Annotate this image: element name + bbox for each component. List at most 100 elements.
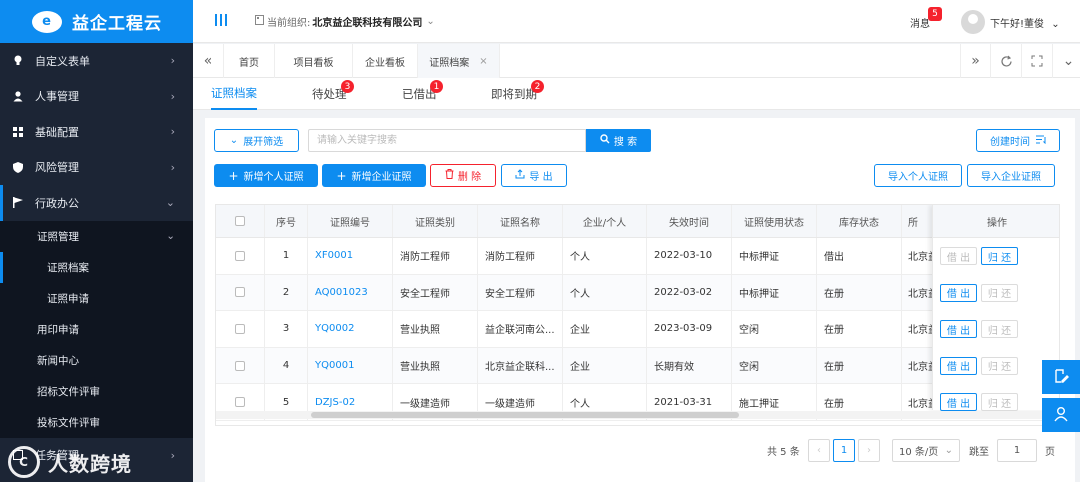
user-name: 董俊: [1024, 19, 1045, 30]
row-checkbox[interactable]: [235, 397, 245, 408]
cell-code[interactable]: YQ0002: [308, 311, 393, 347]
sidebar-item-news[interactable]: 新闻中心: [0, 344, 193, 376]
user-menu[interactable]: 下午好!董俊 ⌄: [990, 15, 1060, 30]
return-button[interactable]: 归 还: [981, 283, 1018, 302]
cell-stock: 在册: [817, 311, 902, 347]
chevron-down-icon: ⌄: [944, 445, 953, 456]
borrow-button[interactable]: 借 出: [940, 247, 977, 265]
import-personal-license-button[interactable]: 导入个人证照: [874, 164, 962, 187]
add-company-license-button[interactable]: + 新增企业证照: [322, 164, 426, 187]
subtab-archive[interactable]: 证照档案: [211, 78, 257, 110]
cell-type: 个人: [563, 238, 647, 274]
expand-filter-button[interactable]: ⌄ 展开筛选: [214, 129, 299, 152]
avatar[interactable]: [961, 10, 985, 34]
tabs-scroll-right-icon[interactable]: »: [960, 44, 991, 78]
sidebar-item-risk[interactable]: 风险管理 ›: [0, 150, 193, 186]
row-checkbox-cell: [216, 311, 265, 347]
cell-code[interactable]: AQ001023: [308, 274, 393, 311]
tab-license-archive[interactable]: 证照档案 ×: [418, 44, 500, 78]
cell-no: 1: [265, 238, 308, 274]
cell-code[interactable]: XF0001: [308, 238, 393, 274]
cell-no: 4: [265, 347, 308, 384]
prev-page-icon[interactable]: ‹: [808, 439, 830, 462]
sidebar-item-config[interactable]: 基础配置 ›: [0, 114, 193, 150]
sidebar-item-custom-form[interactable]: 自定义表单 ›: [0, 43, 193, 79]
button-label: 展开筛选: [243, 137, 284, 148]
operation-column: 操作 借 出归 还借 出归 还借 出归 还借 出归 还借 出归 还: [932, 205, 1059, 412]
cell-code[interactable]: YQ0001: [308, 347, 393, 384]
cell-expire: 2023-03-09: [647, 311, 732, 347]
horizontal-scrollbar[interactable]: [216, 411, 1059, 419]
messages-link[interactable]: 消息: [910, 15, 930, 30]
next-page-icon[interactable]: ›: [858, 439, 880, 462]
tabs-scroll-left-icon[interactable]: «: [193, 44, 224, 78]
chevron-right-icon: ›: [170, 448, 175, 462]
sort-by-created-button[interactable]: 创建时间: [976, 129, 1060, 152]
tab-home[interactable]: 首页: [224, 44, 275, 78]
borrow-button[interactable]: 借 出: [940, 356, 977, 375]
sidebar-item-label: 证照申请: [47, 292, 89, 305]
menu-toggle-icon[interactable]: [214, 12, 228, 31]
return-button[interactable]: 归 还: [981, 320, 1018, 339]
select-all-checkbox-cell: [216, 205, 265, 237]
float-contact-button[interactable]: [1042, 398, 1080, 432]
tab-project-board[interactable]: 项目看板: [275, 44, 353, 78]
export-button[interactable]: 导 出: [501, 164, 567, 187]
select-all-checkbox[interactable]: [235, 216, 245, 226]
import-company-license-button[interactable]: 导入企业证照: [967, 164, 1055, 187]
borrow-button[interactable]: 借 出: [940, 393, 977, 412]
chevron-right-icon: ›: [170, 125, 175, 138]
search-input[interactable]: [308, 129, 586, 152]
chevron-right-icon: ›: [170, 89, 175, 103]
sidebar-item-license-apply[interactable]: 证照申请: [0, 282, 193, 314]
fullscreen-icon[interactable]: [1022, 44, 1053, 78]
tab-company-board[interactable]: 企业看板: [353, 44, 418, 78]
subtab-label: 即将到期: [491, 87, 537, 101]
row-checkbox[interactable]: [235, 250, 245, 261]
cell-stock: 借出: [817, 238, 902, 274]
goto-page-input[interactable]: 1: [997, 439, 1037, 462]
search-button[interactable]: 搜 索: [586, 129, 651, 152]
sidebar-item-license-archive[interactable]: 证照档案: [0, 251, 193, 283]
sidebar-submenu-license[interactable]: 证照管理 ⌄: [0, 220, 193, 252]
row-checkbox[interactable]: [235, 360, 245, 371]
org-switcher[interactable]: 当前组织: 北京益企联科技有限公司 ⌄: [255, 14, 435, 29]
return-button[interactable]: 归 还: [981, 247, 1018, 265]
close-icon[interactable]: ×: [479, 56, 487, 67]
greeting-text: 下午好!: [990, 19, 1025, 30]
shield-icon: [12, 161, 24, 173]
edit-note-icon: [1053, 368, 1069, 387]
sidebar-item-hr[interactable]: 人事管理 ›: [0, 79, 193, 115]
col-header-expire: 失效时间: [647, 205, 732, 237]
user-service-icon: [1053, 406, 1069, 425]
cell-type: 企业: [563, 347, 647, 384]
float-edit-button[interactable]: [1042, 360, 1080, 394]
sidebar-item-seal-apply[interactable]: 用印申请: [0, 313, 193, 345]
borrow-button[interactable]: 借 出: [940, 320, 977, 339]
page-size-select[interactable]: 10 条/页 ⌄: [892, 439, 960, 462]
button-label: 删 除: [457, 172, 482, 183]
refresh-icon[interactable]: [991, 44, 1022, 78]
add-personal-license-button[interactable]: + 新增个人证照: [214, 164, 318, 187]
return-button[interactable]: 归 还: [981, 393, 1018, 412]
chevron-down-icon: ⌄: [229, 135, 239, 146]
cell-expire: 长期有效: [647, 347, 732, 384]
button-label: 新增个人证照: [243, 172, 304, 183]
cell-use-status: 中标押证: [732, 274, 817, 311]
delete-button[interactable]: 删 除: [430, 164, 496, 187]
row-checkbox[interactable]: [235, 323, 245, 334]
brand-logo[interactable]: e 益企工程云: [0, 0, 193, 43]
sidebar-item-admin[interactable]: 行政办公 ⌄: [0, 185, 193, 221]
row-checkbox[interactable]: [235, 287, 245, 298]
chevron-down-icon[interactable]: ⌄: [1053, 44, 1080, 78]
sidebar-item-tender-review[interactable]: 招标文件评审: [0, 375, 193, 407]
cell-use-status: 空闲: [732, 311, 817, 347]
scrollbar-thumb[interactable]: [311, 412, 739, 418]
borrow-button[interactable]: 借 出: [940, 283, 977, 302]
subtab-expiring[interactable]: 即将到期: [491, 78, 537, 110]
return-button[interactable]: 归 还: [981, 356, 1018, 375]
cell-no: 2: [265, 274, 308, 311]
expiring-count-badge: 2: [531, 80, 544, 93]
sidebar-item-bid-review[interactable]: 投标文件评审: [0, 406, 193, 438]
page-number-current[interactable]: 1: [833, 439, 855, 462]
